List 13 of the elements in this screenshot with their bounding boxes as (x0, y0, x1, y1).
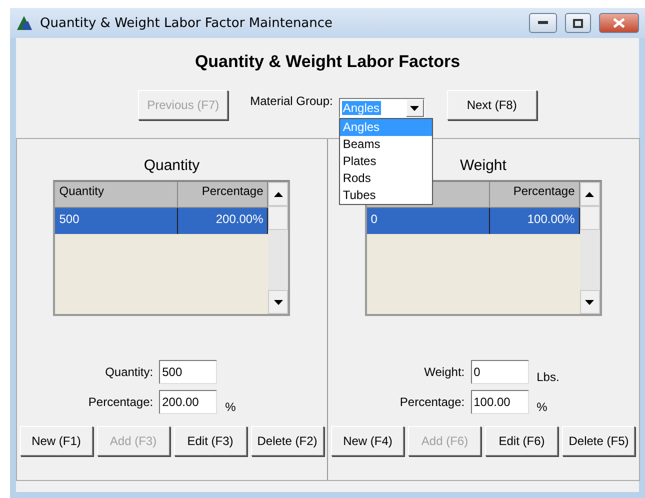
panel-title: Weight (460, 157, 506, 174)
form-heading: Quantity & Weight Labor Factors (194, 52, 460, 72)
unit-label: Lbs. (536, 370, 560, 384)
field-label: Weight: (423, 365, 465, 379)
unit-label: % (225, 400, 237, 414)
window-title: Quantity & Weight Labor Factor Maintenance (40, 16, 334, 30)
unit-label: % (536, 400, 548, 414)
field-label: Percentage: (88, 395, 154, 409)
field-label: Quantity: (104, 365, 154, 379)
material-group-label: Material Group: (250, 94, 333, 108)
field-label: Percentage: (400, 395, 465, 409)
dropdown-value: Angles (342, 101, 381, 115)
panel-title: Quantity (144, 157, 200, 174)
